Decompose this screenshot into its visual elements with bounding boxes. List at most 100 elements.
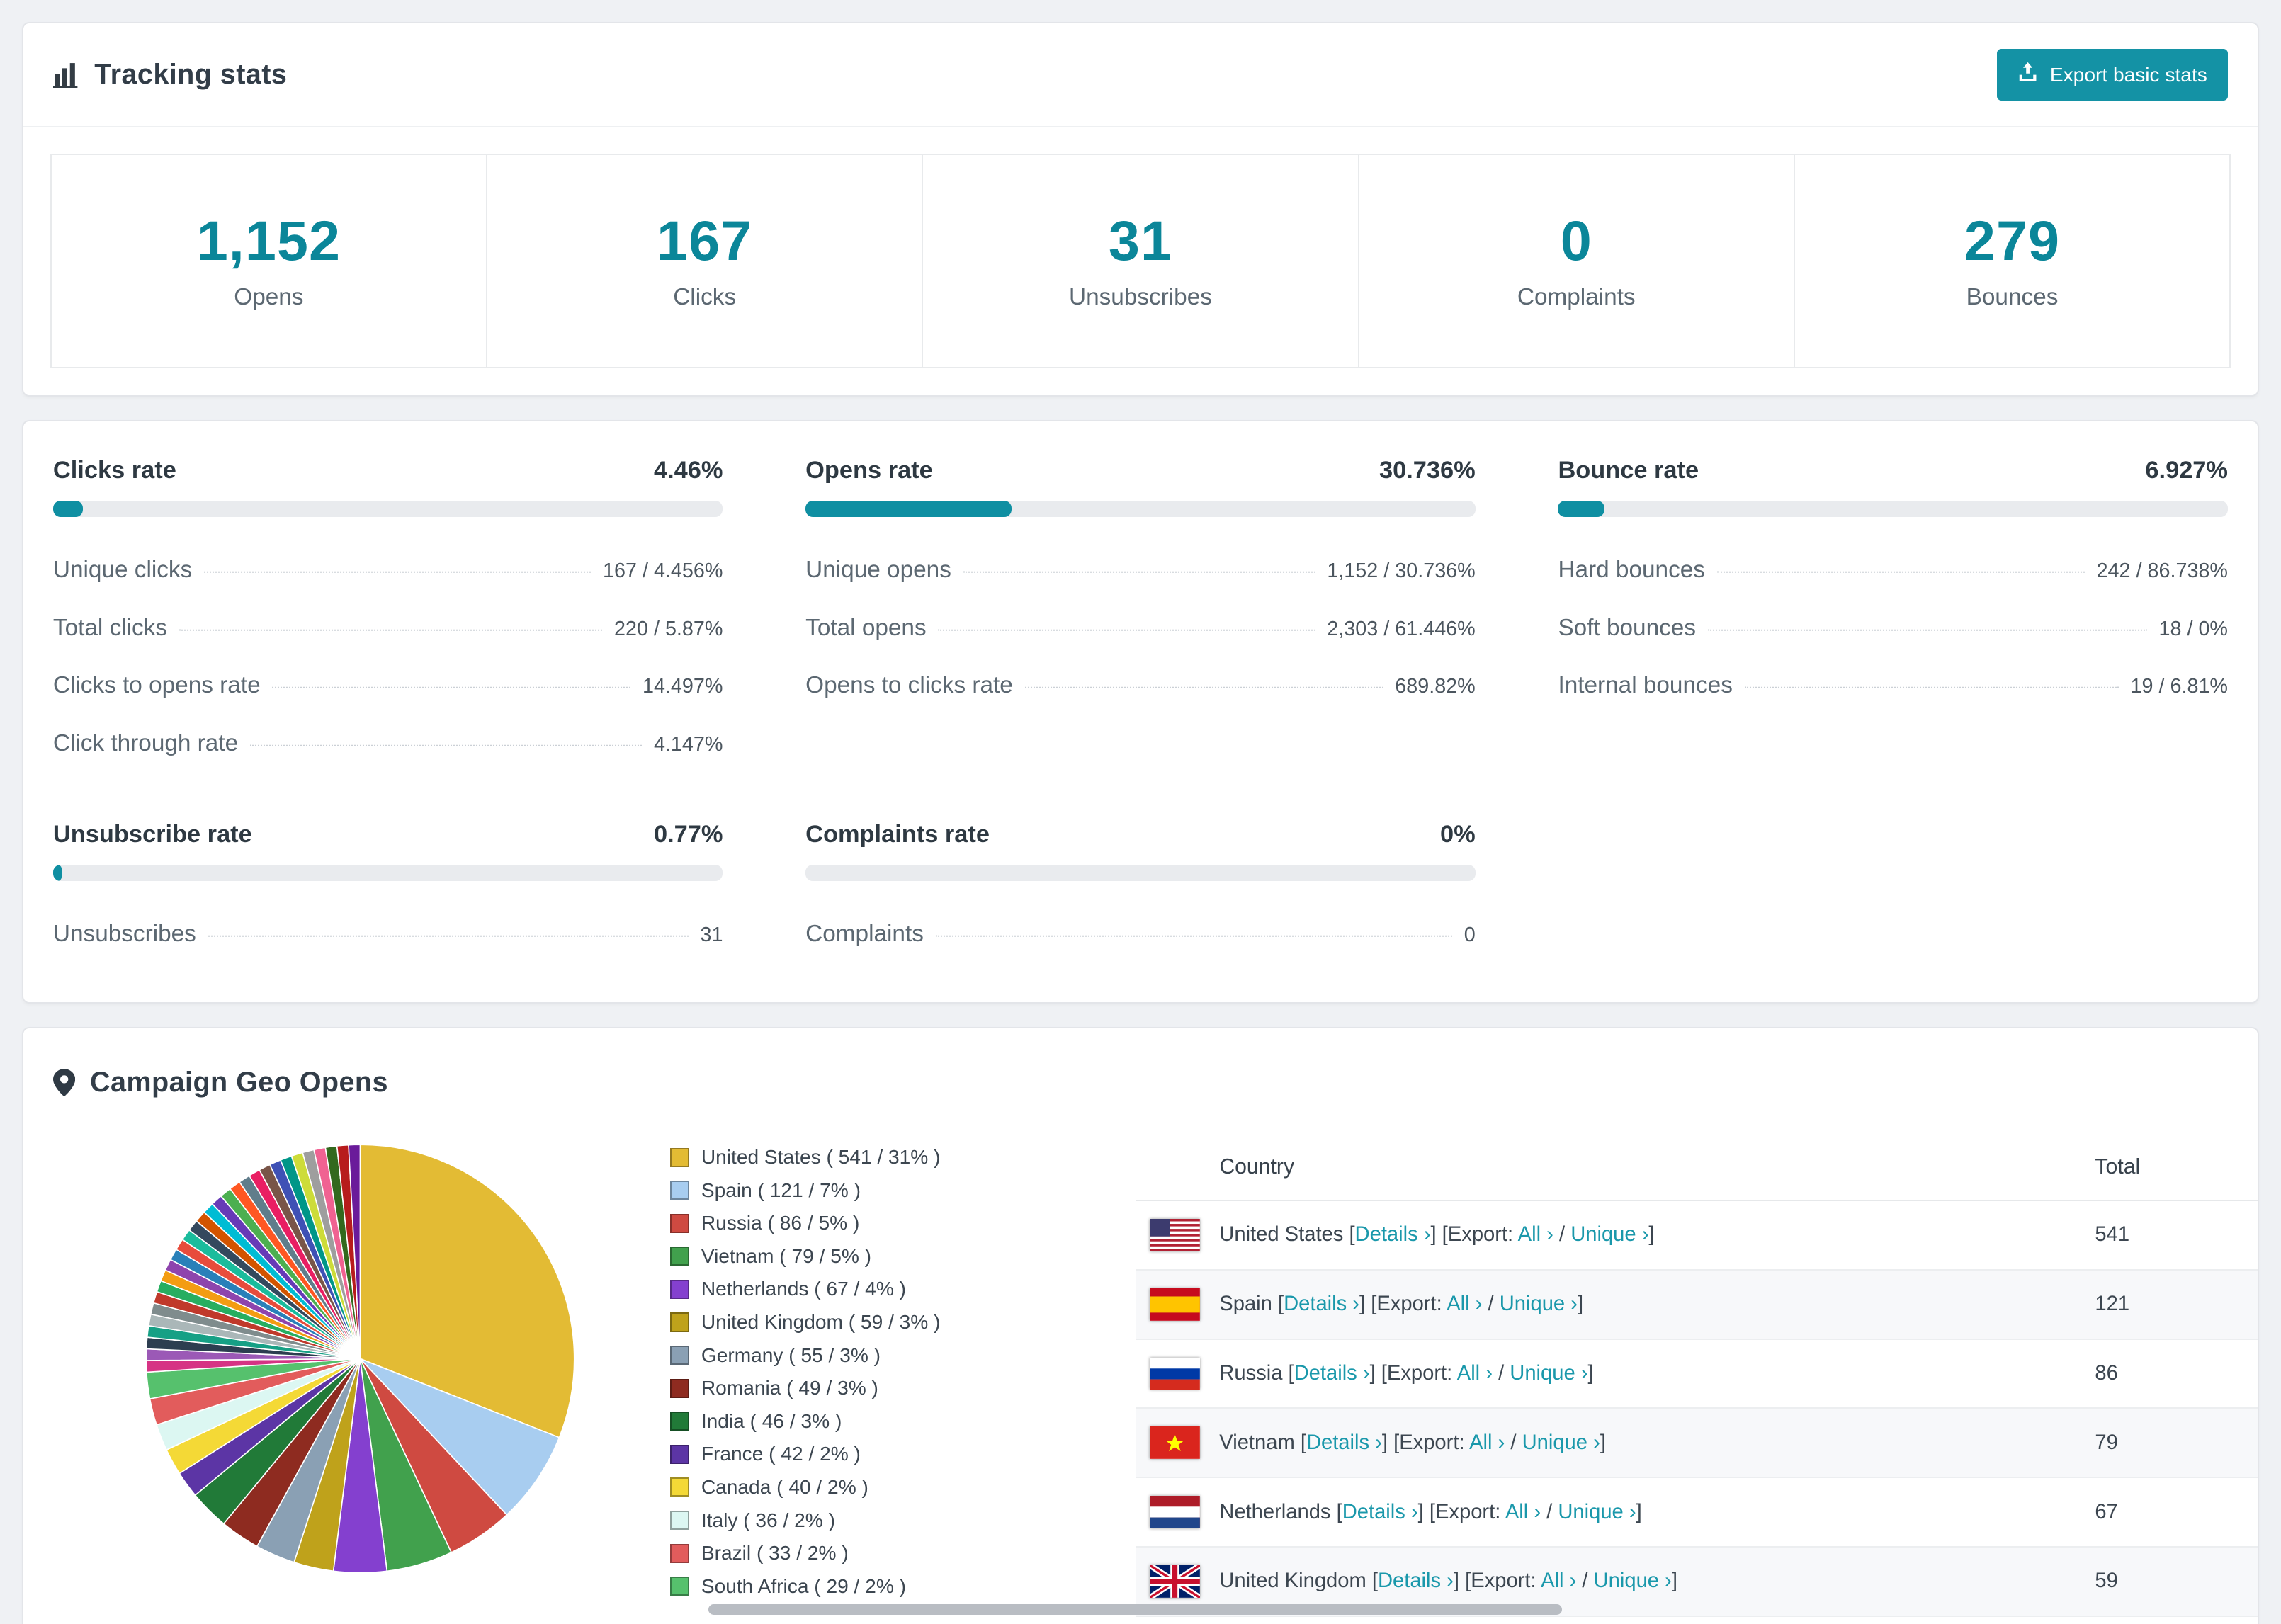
export-unique-link[interactable]: Unique › (1522, 1431, 1600, 1454)
details-link[interactable]: Details › (1378, 1569, 1454, 1592)
country-total: 86 (2095, 1361, 2118, 1385)
export-all-link[interactable]: All › (1469, 1431, 1505, 1454)
rate-rows: Unique opens 1,152 / 30.736% Total opens… (805, 536, 1476, 710)
stat-row-label: Clicks to opens rate (52, 672, 261, 699)
legend-color-swatch (670, 1312, 690, 1332)
country-flag-icon (1150, 1357, 1201, 1390)
country-name: Netherlands (1219, 1500, 1331, 1523)
details-link[interactable]: Details › (1284, 1293, 1359, 1315)
stat-row: Click through rate 4.147% (53, 710, 723, 768)
country-cell: United States [Details ›] [Export: All ›… (1219, 1223, 1655, 1247)
stat-row-value: 242 / 86.738% (2096, 559, 2228, 582)
pie-legend: United States ( 541 / 31% ) Spain ( 121 … (670, 1134, 1091, 1623)
country-total: 121 (2095, 1293, 2130, 1316)
country-total: 541 (2095, 1223, 2130, 1247)
rate-card-header: Clicks rate 4.46% (53, 457, 723, 484)
tracking-stats-header: Tracking stats Export basic stats (23, 23, 2258, 127)
country-name: United States (1219, 1223, 1344, 1247)
progress-bar-fill (805, 500, 1012, 517)
legend-item: Vietnam ( 79 / 5% ) (670, 1245, 1091, 1268)
stat-label: Bounces (1966, 283, 2059, 310)
geo-opens-title: Campaign Geo Opens (90, 1067, 388, 1098)
stat-row-value: 689.82% (1395, 675, 1476, 698)
export-unique-link[interactable]: Unique › (1510, 1362, 1587, 1385)
tracking-stats-panel: Tracking stats Export basic stats 1,152 … (22, 22, 2259, 397)
stat-row-label: Hard bounces (1558, 556, 1705, 583)
legend-color-swatch (670, 1147, 690, 1167)
stat-row-value: 19 / 6.81% (2130, 675, 2228, 698)
stat-value: 1,152 (196, 209, 341, 273)
stat-row-label: Unsubscribes (52, 920, 196, 947)
country-flag-icon (1150, 1288, 1201, 1321)
progress-bar-fill (1558, 500, 1604, 517)
legend-item: Italy ( 36 / 2% ) (670, 1509, 1091, 1532)
legend-label: Italy ( 36 / 2% ) (701, 1509, 835, 1531)
legend-item: Brazil ( 33 / 2% ) (670, 1542, 1091, 1565)
details-link[interactable]: Details › (1306, 1431, 1382, 1454)
rate-card-header: Bounce rate 6.927% (1558, 457, 2228, 484)
stat-row-label: Total clicks (52, 614, 168, 641)
legend-color-swatch (670, 1510, 690, 1531)
stat-row-label: Soft bounces (1558, 614, 1696, 641)
export-all-link[interactable]: All › (1447, 1293, 1482, 1315)
rate-card-header: Unsubscribe rate 0.77% (53, 821, 723, 848)
country-flag-icon (1150, 1496, 1201, 1529)
dotted-leader (272, 687, 631, 689)
legend-color-swatch (670, 1213, 690, 1233)
stat-value: 279 (1964, 209, 2061, 273)
stat-row-value: 4.147% (653, 733, 723, 756)
dotted-leader (935, 935, 1453, 937)
legend-label: India ( 46 / 3% ) (701, 1409, 842, 1432)
country-flag-icon (1150, 1218, 1201, 1251)
legend-label: Vietnam ( 79 / 5% ) (701, 1244, 872, 1267)
horizontal-scrollbar[interactable] (708, 1604, 1562, 1615)
export-unique-link[interactable]: Unique › (1500, 1293, 1578, 1315)
dotted-leader (1707, 629, 2147, 631)
stat-row-value: 0 (1464, 923, 1476, 946)
legend-item: Netherlands ( 67 / 4% ) (670, 1278, 1091, 1300)
rate-card-header: Opens rate 30.736% (805, 457, 1476, 484)
details-link[interactable]: Details › (1342, 1501, 1418, 1523)
export-all-link[interactable]: All › (1457, 1362, 1493, 1385)
legend-item: Germany ( 55 / 3% ) (670, 1344, 1091, 1367)
dotted-leader (179, 629, 603, 631)
rate-card-header: Complaints rate 0% (805, 821, 1476, 848)
export-unique-link[interactable]: Unique › (1558, 1501, 1636, 1523)
stat-value: 167 (657, 209, 753, 273)
export-unique-link[interactable]: Unique › (1594, 1569, 1672, 1592)
stat-row-value: 167 / 4.456% (603, 559, 723, 582)
export-label: Export: (1447, 1223, 1514, 1247)
stat-box: 279 Bounces (1793, 155, 2229, 368)
stat-row-value: 14.497% (642, 675, 723, 698)
legend-label: Canada ( 40 / 2% ) (701, 1475, 868, 1498)
export-label: Export: (1471, 1569, 1536, 1593)
export-label: Export: (1434, 1500, 1501, 1523)
stat-box: 0 Complaints (1357, 155, 1794, 368)
rate-title: Opens rate (805, 456, 933, 484)
export-unique-link[interactable]: Unique › (1570, 1223, 1648, 1246)
export-all-link[interactable]: All › (1518, 1223, 1553, 1246)
legend-color-swatch (670, 1378, 690, 1398)
legend-label: Brazil ( 33 / 2% ) (701, 1542, 849, 1565)
total-column-header: Total (2095, 1154, 2141, 1179)
stat-row-label: Internal bounces (1558, 672, 1733, 699)
legend-color-swatch (670, 1444, 690, 1464)
pie-chart-svg (145, 1144, 575, 1574)
rate-title: Clicks rate (52, 456, 176, 484)
details-link[interactable]: Details › (1294, 1362, 1370, 1385)
geo-pie-chart (142, 1134, 584, 1623)
legend-item: France ( 42 / 2% ) (670, 1443, 1091, 1465)
export-all-link[interactable]: All › (1541, 1569, 1576, 1592)
legend-color-swatch (670, 1477, 690, 1497)
export-basic-stats-button[interactable]: Export basic stats (1996, 48, 2228, 101)
rate-card: Clicks rate 4.46% Unique clicks 167 / 4.… (52, 457, 723, 768)
legend-item: United States ( 541 / 31% ) (670, 1146, 1091, 1169)
details-link[interactable]: Details › (1355, 1223, 1431, 1246)
rate-rows: Unsubscribes 31 (53, 900, 723, 958)
stat-row-label: Unique clicks (52, 556, 193, 583)
country-total: 67 (2095, 1500, 2118, 1523)
stat-row-value: 31 (700, 923, 723, 946)
export-all-link[interactable]: All › (1505, 1501, 1541, 1523)
geo-table-row: United States [Details ›] [Export: All ›… (1135, 1201, 2258, 1271)
rate-card: Bounce rate 6.927% Hard bounces 242 / 86… (1558, 457, 2228, 768)
